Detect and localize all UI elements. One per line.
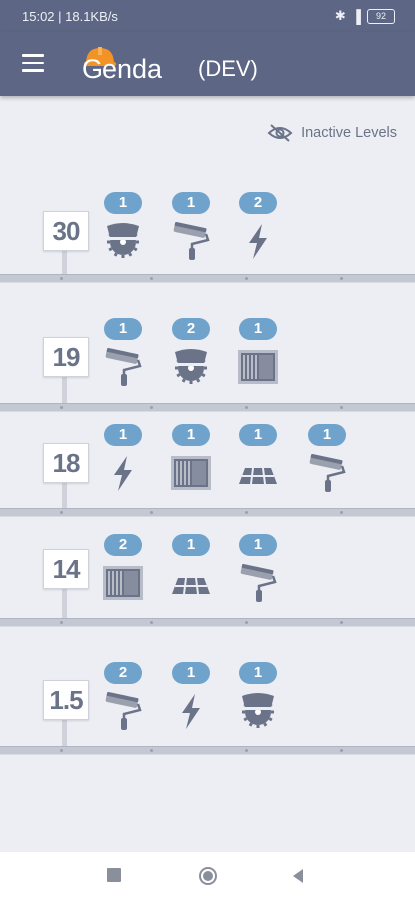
drywall-icon bbox=[102, 564, 144, 602]
lightning-icon bbox=[102, 454, 144, 492]
recents-button[interactable] bbox=[107, 868, 121, 882]
roller-icon bbox=[102, 691, 144, 730]
level-number[interactable]: 30 bbox=[43, 211, 89, 251]
inactive-levels-label: Inactive Levels bbox=[301, 125, 397, 141]
task-group[interactable]: 1 bbox=[306, 424, 350, 504]
nav-bar bbox=[0, 852, 415, 900]
level-post bbox=[62, 375, 67, 403]
task-group[interactable]: 2 bbox=[102, 662, 146, 742]
level-number[interactable]: 18 bbox=[43, 443, 89, 483]
task-count-badge: 1 bbox=[104, 192, 142, 214]
task-group[interactable]: 1 bbox=[237, 534, 281, 614]
task-count-badge: 1 bbox=[239, 424, 277, 446]
saw-icon bbox=[237, 692, 279, 730]
task-count-badge: 1 bbox=[172, 192, 210, 214]
level-rail bbox=[0, 403, 415, 412]
home-button[interactable] bbox=[198, 866, 218, 886]
level-number[interactable]: 14 bbox=[43, 549, 89, 589]
task-group[interactable]: 1 bbox=[237, 662, 281, 742]
task-group[interactable]: 1 bbox=[170, 424, 214, 504]
level-rail bbox=[0, 746, 415, 755]
level-rail bbox=[0, 508, 415, 517]
task-group[interactable]: 1 bbox=[170, 192, 214, 272]
roller-icon bbox=[170, 221, 212, 260]
task-group[interactable]: 1 bbox=[237, 424, 281, 504]
task-count-badge: 1 bbox=[104, 318, 142, 340]
status-icons: ✱ ▐ 92 bbox=[335, 8, 395, 24]
task-count-badge: 2 bbox=[239, 192, 277, 214]
task-count-badge: 1 bbox=[239, 534, 277, 556]
level-post bbox=[62, 481, 67, 508]
lightning-icon bbox=[170, 692, 212, 730]
tiles-icon bbox=[170, 564, 212, 602]
saw-icon bbox=[102, 222, 144, 260]
logo-letter: G bbox=[82, 54, 104, 84]
task-count-badge: 2 bbox=[104, 662, 142, 684]
inactive-levels-toggle[interactable]: Inactive Levels bbox=[267, 123, 397, 143]
task-group[interactable]: 1 bbox=[170, 534, 214, 614]
roller-icon bbox=[102, 347, 144, 386]
drywall-icon bbox=[237, 348, 279, 386]
task-count-badge: 2 bbox=[172, 318, 210, 340]
battery-icon: 92 bbox=[367, 8, 395, 24]
level-post bbox=[62, 718, 67, 746]
lightning-icon bbox=[237, 222, 279, 260]
task-group[interactable]: 1 bbox=[170, 662, 214, 742]
task-group[interactable]: 2 bbox=[170, 318, 214, 398]
level-rail bbox=[0, 274, 415, 283]
level-post bbox=[62, 587, 67, 618]
task-count-badge: 1 bbox=[104, 424, 142, 446]
task-count-badge: 1 bbox=[308, 424, 346, 446]
saw-icon bbox=[170, 348, 212, 386]
app-bar: G enda (DEV) bbox=[0, 32, 415, 96]
task-group[interactable]: 2 bbox=[102, 534, 146, 614]
level-number[interactable]: 19 bbox=[43, 337, 89, 377]
logo-text: enda bbox=[102, 54, 163, 84]
roller-icon bbox=[237, 563, 279, 602]
task-count-badge: 1 bbox=[172, 424, 210, 446]
task-count-badge: 1 bbox=[239, 318, 277, 340]
task-group[interactable]: 1 bbox=[102, 424, 146, 504]
level-rail bbox=[0, 618, 415, 627]
eye-off-icon bbox=[267, 124, 293, 142]
level-post bbox=[62, 249, 67, 274]
drywall-icon bbox=[170, 454, 212, 492]
task-group[interactable]: 1 bbox=[237, 318, 281, 398]
signal-icon: ▐ bbox=[351, 8, 361, 24]
task-count-badge: 1 bbox=[172, 534, 210, 556]
task-group[interactable]: 1 bbox=[102, 192, 146, 272]
roller-icon bbox=[306, 453, 348, 492]
status-time-speed: 15:02 | 18.1KB/s bbox=[22, 9, 118, 24]
env-label: (DEV) bbox=[198, 56, 258, 81]
bluetooth-icon: ✱ bbox=[334, 8, 346, 23]
status-bar: 15:02 | 18.1KB/s ✱ ▐ 92 bbox=[0, 0, 415, 32]
back-button[interactable] bbox=[290, 866, 310, 886]
task-count-badge: 1 bbox=[172, 662, 210, 684]
task-group[interactable]: 1 bbox=[102, 318, 146, 398]
menu-icon[interactable] bbox=[22, 54, 44, 72]
task-count-badge: 1 bbox=[239, 662, 277, 684]
task-count-badge: 2 bbox=[104, 534, 142, 556]
task-group[interactable]: 2 bbox=[237, 192, 281, 272]
level-number[interactable]: 1.5 bbox=[43, 680, 89, 720]
tiles-icon bbox=[237, 454, 279, 492]
